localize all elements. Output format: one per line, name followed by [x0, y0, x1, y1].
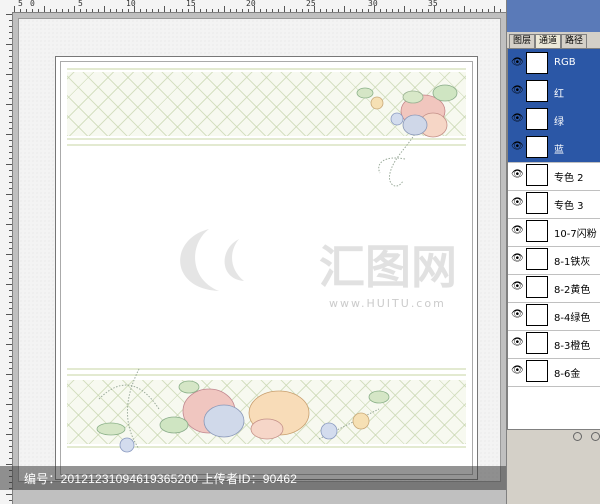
channel-label: 专色 2: [554, 173, 584, 184]
channel-label: 8-6金: [554, 369, 581, 380]
channel-label: 8-4绿色: [554, 313, 591, 324]
channel-thumbnail: [526, 304, 548, 326]
channel-label: 8-2黄色: [554, 285, 591, 296]
watermark-brand: 汇图网: [319, 240, 457, 294]
ruler-num: 35: [428, 0, 438, 8]
eye-icon[interactable]: 👁: [511, 141, 524, 153]
eye-icon[interactable]: 👁: [511, 197, 524, 209]
tab-channels[interactable]: 通道: [535, 34, 562, 48]
panel-footer: [507, 430, 600, 504]
channel-row-red[interactable]: 👁 红: [508, 77, 600, 107]
channel-label: 8-1铁灰: [554, 257, 591, 268]
channel-label: RGB: [554, 57, 576, 68]
channel-thumbnail: [526, 248, 548, 270]
channel-thumbnail: [526, 136, 548, 158]
channel-thumbnail: [526, 192, 548, 214]
channel-row-rgb[interactable]: 👁 RGB: [508, 49, 600, 79]
channel-label: 蓝: [554, 145, 564, 156]
channel-label: 绿: [554, 117, 564, 128]
eye-icon[interactable]: 👁: [511, 225, 524, 237]
ruler-num: 5: [18, 0, 23, 8]
tab-paths[interactable]: 路径: [561, 34, 588, 48]
document-canvas[interactable]: 汇图网 www.HUITU.com: [18, 18, 501, 482]
channel-thumbnail: [526, 164, 548, 186]
channel-thumbnail: [526, 276, 548, 298]
channel-label: 专色 3: [554, 201, 584, 212]
eye-icon[interactable]: 👁: [511, 309, 524, 321]
channel-label: 8-3橙色: [554, 341, 591, 352]
eye-icon[interactable]: 👁: [511, 169, 524, 181]
eye-icon[interactable]: 👁: [511, 85, 524, 97]
ruler-left[interactable]: [0, 12, 13, 504]
tab-layers[interactable]: 图层: [509, 34, 536, 48]
channel-thumbnail: [526, 52, 548, 74]
panel-titlebar[interactable]: [507, 0, 600, 32]
channel-thumbnail: [526, 360, 548, 382]
eye-icon[interactable]: 👁: [511, 57, 524, 69]
eye-icon[interactable]: 👁: [511, 281, 524, 293]
channel-row-spot-3[interactable]: 👁 专色 3: [508, 189, 600, 219]
ruler-top[interactable]: 5 0 5 10 15 20 25 30 35: [0, 0, 508, 13]
eye-icon[interactable]: 👁: [511, 113, 524, 125]
channel-row-10-7[interactable]: 👁 10-7闪粉: [508, 217, 600, 247]
ruler-num: 5: [78, 0, 83, 8]
channel-thumbnail: [526, 80, 548, 102]
floral-bottom-left: [96, 368, 390, 453]
channel-row-8-6[interactable]: 👁 8-6金: [508, 357, 600, 387]
eye-icon[interactable]: 👁: [511, 365, 524, 377]
eye-icon[interactable]: 👁: [511, 337, 524, 349]
channel-row-spot-2[interactable]: 👁 专色 2: [508, 161, 600, 191]
channel-row-blue[interactable]: 👁 蓝: [508, 133, 600, 163]
channel-list: 👁 RGB 👁 红 👁 绿 👁 蓝 👁 专色 2 👁 专色 3 👁 10-7闪粉…: [507, 48, 600, 430]
ruler-num: 30: [368, 0, 378, 8]
channels-panel: 图层 通道 路径 👁 RGB 👁 红 👁 绿 👁 蓝 👁 专色 2 👁 专色 3…: [506, 0, 600, 504]
watermark: 汇图网 www.HUITU.com: [169, 219, 469, 310]
channel-label: 红: [554, 89, 564, 100]
channel-row-8-1[interactable]: 👁 8-1铁灰: [508, 245, 600, 275]
channel-row-8-4[interactable]: 👁 8-4绿色: [508, 301, 600, 331]
load-selection-icon[interactable]: [573, 432, 582, 441]
channel-row-green[interactable]: 👁 绿: [508, 105, 600, 135]
channel-label: 10-7闪粉: [554, 229, 597, 240]
watermark-url: www.HUITU.com: [329, 297, 446, 310]
caption-text: 编号：20121231094619365200 上传者ID：90462: [24, 472, 298, 486]
channel-row-8-3[interactable]: 👁 8-3橙色: [508, 329, 600, 359]
caption-bar: 编号：20121231094619365200 上传者ID：90462: [0, 466, 508, 490]
channel-thumbnail: [526, 220, 548, 242]
ruler-num: 0: [30, 0, 35, 8]
panel-tabs: 图层 通道 路径: [509, 34, 588, 48]
channel-thumbnail: [526, 108, 548, 130]
eye-icon[interactable]: 👁: [511, 253, 524, 265]
floral-top-right: [356, 84, 458, 187]
save-selection-icon[interactable]: [591, 432, 600, 441]
channel-row-8-2[interactable]: 👁 8-2黄色: [508, 273, 600, 303]
channel-thumbnail: [526, 332, 548, 354]
